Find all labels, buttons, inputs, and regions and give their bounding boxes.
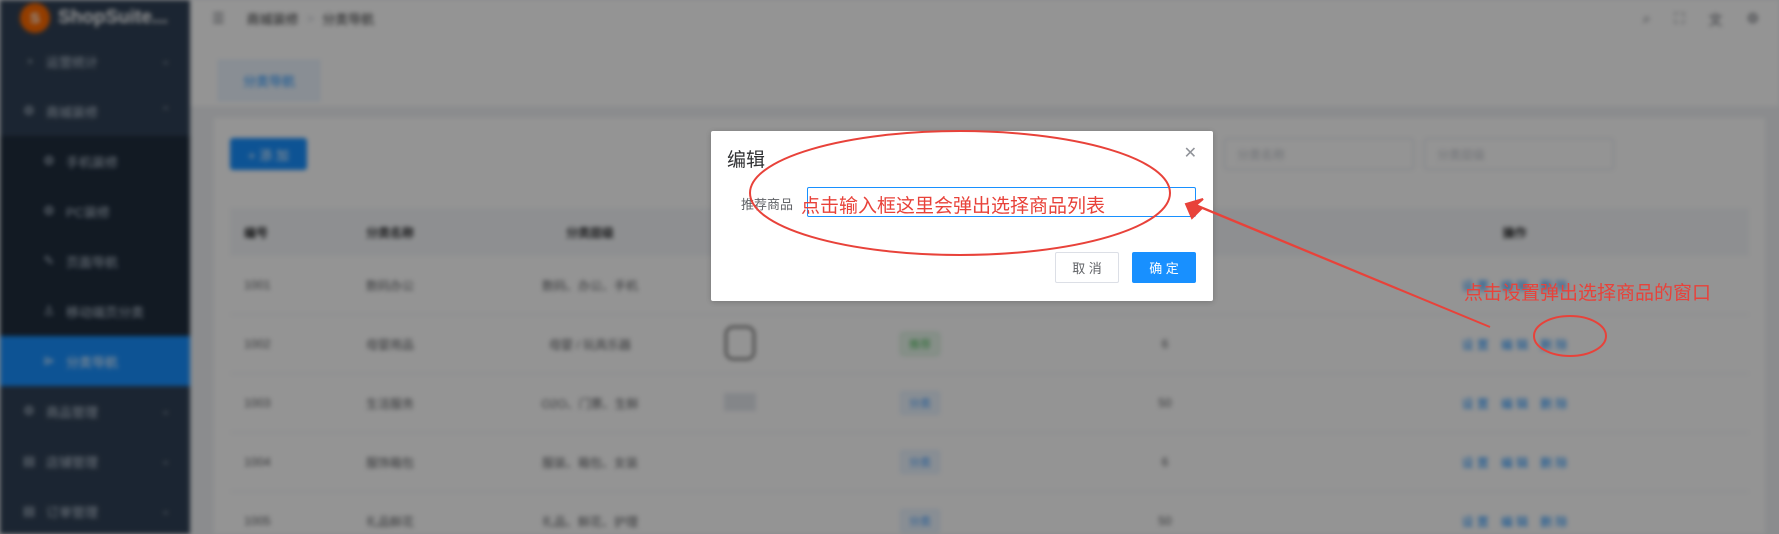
cancel-button[interactable]: 取 消 [1055,252,1119,283]
setting-annotation-text: 点击设置弹出选择商品的窗口 [1464,282,1712,304]
confirm-button[interactable]: 确 定 [1132,252,1196,283]
recommend-goods-label: 推荐商品 [741,197,794,212]
input-annotation-text: 点击输入框这里会弹出选择商品列表 [801,195,1106,217]
dialog-title: 编辑 [727,150,766,171]
close-icon[interactable]: ✕ [1184,143,1197,163]
